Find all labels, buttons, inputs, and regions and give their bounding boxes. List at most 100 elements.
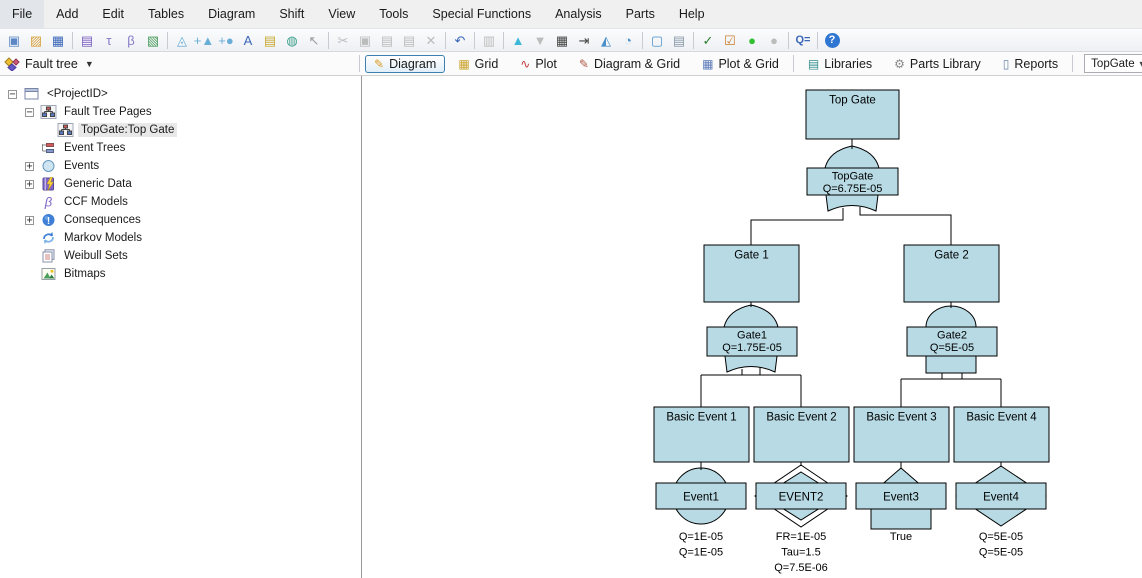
expander-plus-icon[interactable]: + — [25, 216, 34, 225]
add-label-button[interactable]: A — [237, 30, 259, 51]
paste-icon: ▤ — [381, 34, 393, 47]
page-selector-dropdown[interactable]: TopGate ▼ — [1084, 54, 1142, 73]
add-gate-button[interactable]: +▲ — [193, 30, 215, 51]
tab-plot[interactable]: ∿Plot — [511, 55, 566, 73]
menu-view[interactable]: View — [316, 0, 367, 28]
new-project-button[interactable]: ▣ — [3, 30, 25, 51]
tab-plot-grid[interactable]: ▦Plot & Grid — [693, 55, 788, 73]
tree-item-generic-data[interactable]: + Generic Data — [0, 175, 361, 193]
tau-icon: τ — [106, 34, 111, 47]
computer-icon: ▢ — [651, 34, 663, 47]
menu-shift[interactable]: Shift — [267, 0, 316, 28]
menu-file[interactable]: File — [0, 0, 44, 28]
toolbar-separator — [328, 32, 329, 49]
verify-button[interactable]: ☑ — [719, 30, 741, 51]
copy-button: ▣ — [354, 30, 376, 51]
window-icon — [23, 87, 40, 101]
menu-analysis[interactable]: Analysis — [543, 0, 614, 28]
tab-diagram-grid[interactable]: ✎Diagram & Grid — [570, 55, 689, 73]
menu-help[interactable]: Help — [667, 0, 717, 28]
basic-event-4-desc-box-label: Basic Event 4 — [966, 412, 1037, 424]
toolbar-separator — [788, 32, 789, 49]
gate1-or-gate-bottom[interactable] — [725, 356, 777, 372]
gate2-and-gate-bottom[interactable] — [926, 356, 976, 373]
menu-edit[interactable]: Edit — [90, 0, 136, 28]
undo-button[interactable]: ↶ — [449, 30, 471, 51]
tree-item-events[interactable]: +Events — [0, 157, 361, 175]
context-selector[interactable]: Fault tree ▼ — [4, 57, 356, 71]
fit-width-button[interactable]: ⇥ — [573, 30, 595, 51]
reports-tab-icon: ▯ — [1003, 58, 1010, 70]
computer-button[interactable]: ▢ — [646, 30, 668, 51]
toolbar-separator — [642, 32, 643, 49]
edit-data-button[interactable]: ▤ — [76, 30, 98, 51]
menu-tables[interactable]: Tables — [136, 0, 196, 28]
menu-parts[interactable]: Parts — [614, 0, 667, 28]
gate2-and-gate-value: Q=5E-05 — [930, 342, 974, 354]
tab-diagram[interactable]: ✎Diagram — [365, 55, 445, 73]
move-down-icon: ▼ — [534, 34, 547, 47]
move-up-button[interactable]: ▲ — [507, 30, 529, 51]
find-event-button[interactable]: ◔ — [617, 30, 639, 51]
expander-minus-icon[interactable]: − — [8, 90, 17, 99]
find-gate-button[interactable]: ◭ — [595, 30, 617, 51]
tree-item-event-trees[interactable]: Event Trees — [0, 139, 361, 157]
tree-item-ccf-models[interactable]: βCCF Models — [0, 193, 361, 211]
menu-special-functions[interactable]: Special Functions — [420, 0, 543, 28]
gate2-and-gate-top[interactable] — [926, 306, 976, 327]
basic-event-2-desc-box-label: Basic Event 2 — [766, 412, 836, 424]
open-button[interactable]: ▨ — [25, 30, 47, 51]
tabbar-tabs: ✎Diagram▦Grid∿Plot✎Diagram & Grid▦Plot &… — [363, 55, 1069, 73]
tab-libraries[interactable]: ▤Libraries — [799, 55, 881, 73]
add-label-icon: A — [244, 34, 253, 47]
tree-item-weibull-sets[interactable]: Weibull Sets — [0, 247, 361, 265]
tau-button[interactable]: τ — [98, 30, 120, 51]
menu-add[interactable]: Add — [44, 0, 90, 28]
q-equals-button[interactable]: Q= — [792, 30, 814, 51]
diagram-pane: Top GateGate 1Gate 2Basic Event 1Basic E… — [362, 76, 1142, 578]
beta-button[interactable]: β — [120, 30, 142, 51]
status-gray-icon: ● — [770, 34, 778, 47]
tree-item-consequences[interactable]: +!Consequences — [0, 211, 361, 229]
basic-event-1-desc-box-label: Basic Event 1 — [666, 412, 736, 424]
cut-button: ✂ — [332, 30, 354, 51]
paste-alt-icon: ▤ — [403, 34, 415, 47]
tree-item-generic-data-label: Generic Data — [61, 177, 135, 191]
help-button[interactable]: ? — [821, 30, 843, 51]
expander-plus-icon[interactable]: + — [25, 180, 34, 189]
tree-item-topgate-page[interactable]: TopGate:Top Gate — [0, 121, 361, 139]
paste-special-icon: ▥ — [483, 34, 495, 47]
tab-reports[interactable]: ▯Reports — [994, 55, 1067, 73]
tree-item-project[interactable]: −<ProjectID> — [0, 85, 361, 103]
connector-line — [751, 208, 843, 245]
expander-plus-icon[interactable]: + — [25, 162, 34, 171]
menu-tools[interactable]: Tools — [367, 0, 420, 28]
tree-item-fault-tree-pages[interactable]: −Fault Tree Pages — [0, 103, 361, 121]
properties-button[interactable]: ▤ — [668, 30, 690, 51]
svg-text:β: β — [44, 195, 53, 209]
topgate-or-gate-top[interactable] — [825, 146, 879, 168]
add-event-button[interactable]: +● — [215, 30, 237, 51]
new-gate-button[interactable]: ◬ — [171, 30, 193, 51]
toolbar-separator — [474, 32, 475, 49]
tab-grid[interactable]: ▦Grid — [449, 55, 507, 73]
pointer-button[interactable]: ↖ — [303, 30, 325, 51]
tree-item-markov-models[interactable]: Markov Models — [0, 229, 361, 247]
spellcheck-button[interactable]: ✓ — [697, 30, 719, 51]
notes-button[interactable]: ▤ — [259, 30, 281, 51]
tab-parts-library[interactable]: ⚙Parts Library — [885, 55, 990, 73]
new-project-icon: ▣ — [8, 34, 20, 47]
save-button[interactable]: ▦ — [47, 30, 69, 51]
tree-item-bitmaps[interactable]: Bitmaps — [0, 265, 361, 283]
beta-icon: β — [40, 195, 57, 209]
topgate-or-gate-bottom[interactable] — [826, 195, 878, 211]
event2-symbol-value-1: FR=1E-05 — [776, 531, 826, 543]
expander-minus-icon[interactable]: − — [25, 108, 34, 117]
gate1-or-gate-top[interactable] — [724, 305, 778, 327]
menu-diagram[interactable]: Diagram — [196, 0, 267, 28]
hyperlink-button[interactable]: ◍ — [281, 30, 303, 51]
add-bitmap-button[interactable]: ▧ — [142, 30, 164, 51]
status-green-button[interactable]: ● — [741, 30, 763, 51]
properties-icon: ▤ — [673, 34, 685, 47]
grid-view-button[interactable]: ▦ — [551, 30, 573, 51]
